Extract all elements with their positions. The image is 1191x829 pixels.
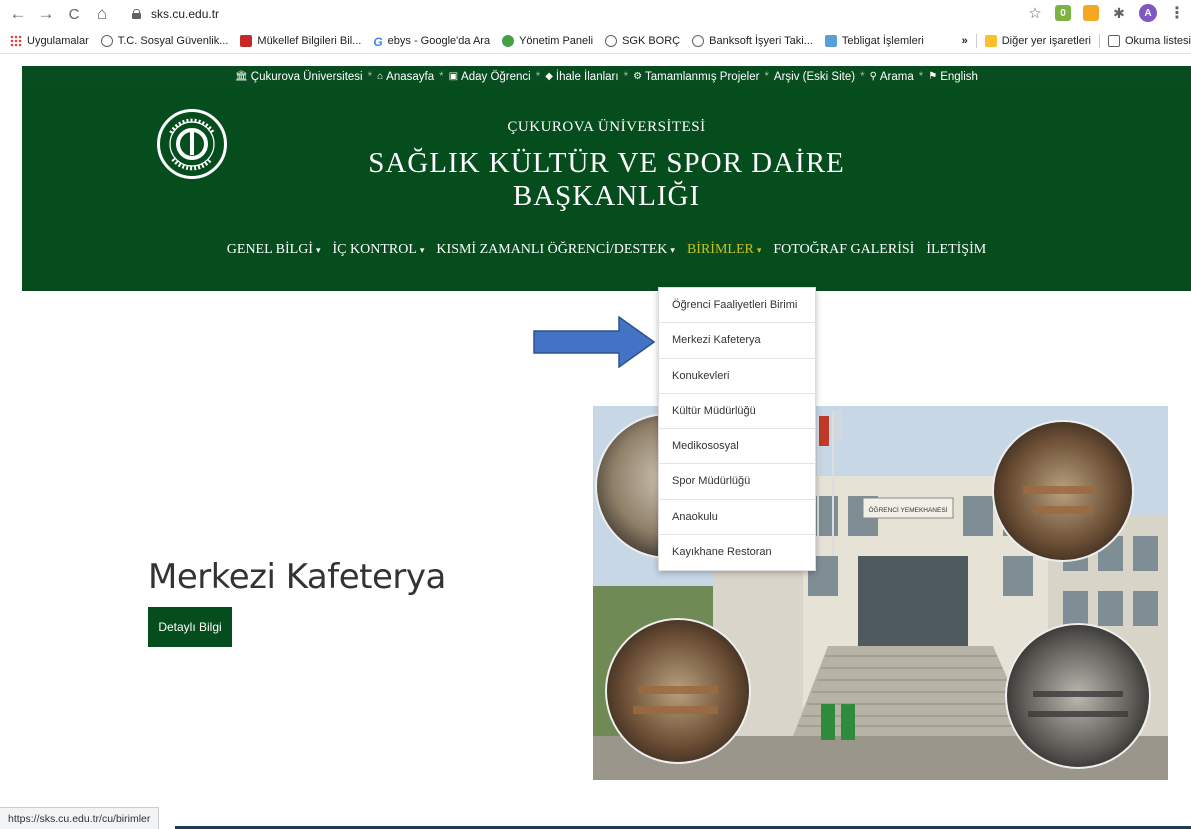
address-url: sks.cu.edu.tr	[151, 7, 220, 21]
dropdown-item-anaokulu[interactable]: Anaokulu	[659, 500, 815, 536]
header-subtitle: ÇUKUROVA ÜNİVERSİTESİ	[507, 119, 706, 135]
top-link-home[interactable]: Anasayfa	[386, 71, 434, 83]
nav-birimler[interactable]: BİRİMLER ▾	[687, 242, 761, 258]
green-site-icon	[502, 34, 515, 47]
bookmark-sgk[interactable]: T.C. Sosyal Güvenlik...	[100, 34, 228, 47]
top-link-aday[interactable]: Aday Öğrenci	[461, 71, 531, 83]
separator: *	[623, 70, 629, 83]
separator: *	[439, 70, 444, 83]
header-title-line2: BAŞKANLIĞI	[512, 180, 701, 212]
reading-list[interactable]: Okuma listesi	[1107, 34, 1191, 47]
bookmark-tebligat[interactable]: Tebligat İşlemleri	[824, 34, 924, 47]
google-icon: G	[373, 34, 383, 49]
puzzle-icon[interactable]: ✱	[1111, 5, 1127, 21]
separator: *	[918, 70, 924, 83]
separator: *	[367, 70, 373, 83]
other-bookmarks[interactable]: Diğer yer işaretleri	[984, 34, 1091, 47]
bookmark-yonetim[interactable]: Yönetim Paneli	[502, 34, 593, 47]
bookmark-apps[interactable]: Uygulamalar	[10, 34, 89, 47]
dropdown-item-medikososyal[interactable]: Medikososyal	[659, 429, 815, 465]
top-link-arsiv[interactable]: Arşiv (Eski Site)	[774, 71, 855, 83]
nav-genel-bilgi[interactable]: GENEL BİLGİ ▾	[227, 242, 321, 258]
birimler-dropdown: Öğrenci Faaliyetleri Birimi Merkezi Kafe…	[658, 287, 816, 572]
bookmark-sgk-borc[interactable]: SGK BORÇ	[605, 34, 680, 47]
top-links-bar: 🏛 Çukurova Üniversitesi * ⌂ Anasayfa * ▣ Ad…	[22, 66, 1191, 87]
divider	[975, 33, 977, 48]
search-icon: ⚲	[869, 71, 877, 82]
bookmark-banksoft[interactable]: Banksoft İşyeri Taki...	[692, 34, 813, 47]
dropdown-item-konukevleri[interactable]: Konukevleri	[659, 359, 815, 394]
bookmark-star-icon[interactable]: ☆	[1027, 5, 1043, 22]
reading-list-icon	[1107, 34, 1120, 47]
header-title-line1: SAĞLIK KÜLTÜR VE SPOR DAİRE	[368, 147, 845, 179]
caret-down-icon: ▾	[315, 245, 321, 255]
reload-icon[interactable]: C	[62, 6, 86, 23]
nav-iletisim[interactable]: İLETİŞİM	[926, 242, 986, 258]
bookmarks-more-icon[interactable]: »	[962, 35, 968, 47]
lock-icon	[132, 9, 141, 19]
dropdown-item-spor-mudurlugu[interactable]: Spor Müdürlüğü	[659, 464, 815, 500]
detayli-bilgi-button[interactable]: Detaylı Bilgi	[148, 607, 232, 647]
annotation-arrow-icon	[533, 316, 655, 368]
dropdown-item-kultur-mudurlugu[interactable]: Kültür Müdürlüğü	[659, 394, 815, 430]
profile-avatar[interactable]: A	[1139, 4, 1157, 22]
top-link-ihale[interactable]: İhale İlanları	[556, 71, 619, 83]
dropdown-item-kayikhane-restoran[interactable]: Kayıkhane Restoran	[659, 535, 815, 570]
link-status-bar: https://sks.cu.edu.tr/cu/birimler	[0, 807, 160, 829]
hero-title: Merkezi Kafeterya	[148, 557, 446, 597]
bird-icon	[824, 34, 837, 47]
building-sign: ÖĞRENCİ YEMEKHANESİ	[869, 505, 948, 514]
extension-icons: ☆ 0 ✱ A ⋮	[1027, 4, 1185, 22]
home-icon[interactable]: ⌂	[90, 4, 114, 24]
bookmark-mukellef[interactable]: Mükellef Bilgileri Bil...	[240, 34, 361, 47]
home-icon: ⌂	[377, 71, 384, 82]
dropdown-item-merkezi-kafeterya[interactable]: Merkezi Kafeterya	[659, 323, 815, 359]
caret-down-icon: ▾	[756, 245, 762, 255]
site-header: ÇUKUROVA ÜNİVERSİTESİ SAĞLIK KÜLTÜR VE S…	[22, 87, 1191, 291]
apps-grid-icon	[10, 34, 22, 47]
browser-menu-icon[interactable]: ⋮	[1169, 5, 1185, 22]
orange-extension-icon[interactable]	[1083, 5, 1099, 21]
bookmarks-bar: Uygulamalar T.C. Sosyal Güvenlik... Müke…	[0, 28, 1191, 54]
top-link-arama[interactable]: Arama	[880, 71, 914, 83]
nav-kismi-zamanli[interactable]: KISMİ ZAMANLI ÖĞRENCİ/DESTEK ▾	[436, 242, 675, 258]
university-icon: 🏛	[235, 71, 248, 82]
bookmark-ebys[interactable]: Gebys - Google'da Ara	[373, 34, 490, 49]
nav-ic-kontrol[interactable]: İÇ KONTROL ▾	[333, 242, 425, 258]
browser-toolbar: ← → C ⌂ sks.cu.edu.tr ☆ 0 ✱ A ⋮	[0, 0, 1191, 28]
nav-fotograf-galerisi[interactable]: FOTOĞRAF GALERİSİ	[773, 242, 914, 258]
main-nav: GENEL BİLGİ ▾ İÇ KONTROL ▾ KISMİ ZAMANLI Ö…	[22, 242, 1191, 258]
divider	[1098, 33, 1100, 48]
forward-icon[interactable]: →	[34, 4, 58, 24]
separator: *	[860, 70, 865, 83]
id-card-icon: ▣	[448, 71, 459, 82]
back-icon[interactable]: ←	[6, 4, 30, 24]
top-link-english[interactable]: English	[940, 71, 978, 83]
bookmarks-right: » Diğer yer işaretleri Okuma listesi	[955, 33, 1191, 48]
security-extension-icon[interactable]: 0	[1055, 5, 1071, 21]
header-title: SAĞLIK KÜLTÜR VE SPOR DAİRE BAŞKANLIĞI	[22, 147, 1191, 213]
address-bar[interactable]: sks.cu.edu.tr	[132, 7, 219, 21]
separator: *	[535, 70, 541, 83]
top-link-projeler[interactable]: Tamamlanmış Projeler	[645, 71, 759, 83]
globe-icon	[605, 34, 618, 47]
red-site-icon	[240, 34, 253, 47]
separator: *	[764, 70, 769, 83]
flag-icon: ⚑	[928, 71, 938, 82]
folder-icon	[984, 34, 997, 47]
caret-down-icon: ▾	[419, 245, 425, 255]
gavel-icon: ◆	[545, 71, 553, 82]
globe-icon	[100, 34, 113, 47]
caret-down-icon: ▾	[670, 245, 675, 255]
cogs-icon: ⚙	[633, 71, 643, 82]
globe-icon	[692, 34, 705, 47]
dropdown-item-ogrenci-faaliyetleri[interactable]: Öğrenci Faaliyetleri Birimi	[659, 288, 815, 324]
top-link-cu[interactable]: Çukurova Üniversitesi	[251, 71, 363, 83]
